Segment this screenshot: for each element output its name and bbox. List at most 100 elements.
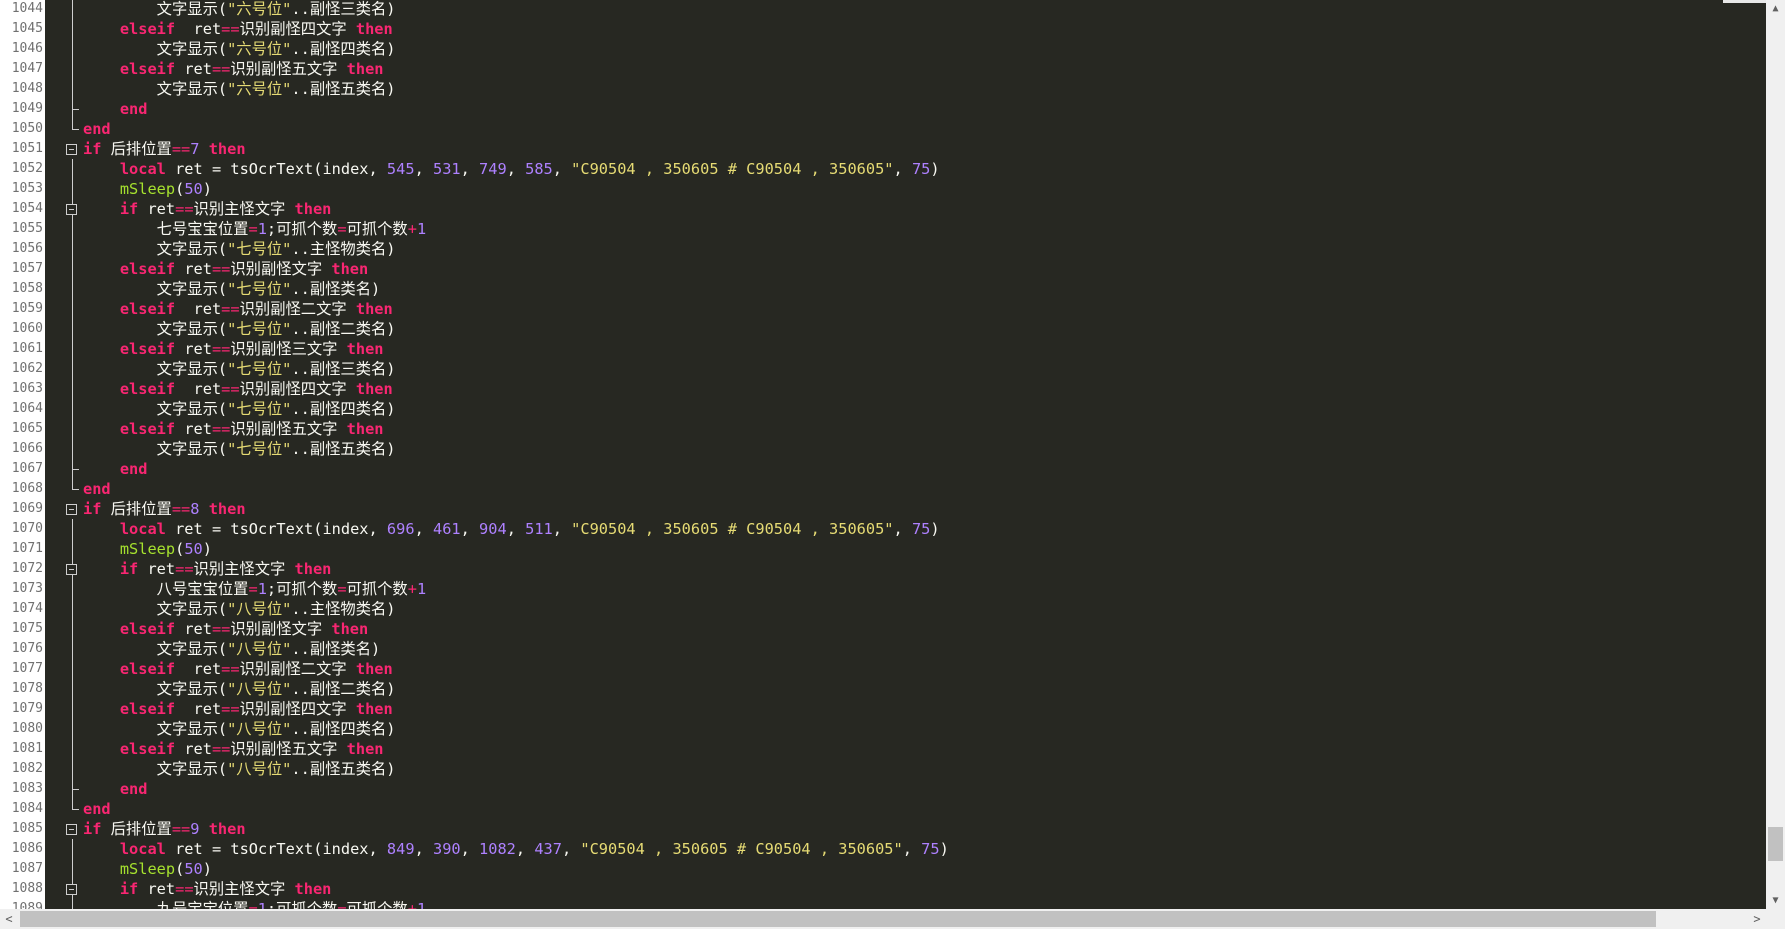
code-line[interactable]: 1075 elseif ret==识别副怪文字 then xyxy=(0,619,1766,639)
code-line[interactable]: 1052 local ret = tsOcrText(index, 545, 5… xyxy=(0,159,1766,179)
vertical-scrollbar[interactable]: ▲ ▼ xyxy=(1766,0,1785,909)
code-line[interactable]: 1072 if ret==识别主怪文字 then xyxy=(0,559,1766,579)
fold-toggle-icon[interactable] xyxy=(66,884,77,895)
fold-toggle-icon[interactable] xyxy=(66,204,77,215)
code-line[interactable]: 1070 local ret = tsOcrText(index, 696, 4… xyxy=(0,519,1766,539)
code-line[interactable]: 1066 文字显示("七号位"..副怪五类名) xyxy=(0,439,1766,459)
code-line[interactable]: 1087 mSleep(50) xyxy=(0,859,1766,879)
line-number: 1084 xyxy=(0,799,44,819)
code-line[interactable]: 1064 文字显示("七号位"..副怪四类名) xyxy=(0,399,1766,419)
fold-guide-line xyxy=(72,839,73,909)
code-line[interactable]: 1071 mSleep(50) xyxy=(0,539,1766,559)
code-editor[interactable]: 1044 文字显示("六号位"..副怪三类名) 1045 elseif ret==… xyxy=(0,0,1766,909)
code-token: 文字显示( xyxy=(83,40,228,58)
code-line[interactable]: 1067 end xyxy=(0,459,1766,479)
code-line[interactable]: 1086 local ret = tsOcrText(index, 849, 3… xyxy=(0,839,1766,859)
code-token: == xyxy=(221,380,240,398)
code-line[interactable]: 1079 elseif ret==识别副怪四文字 then xyxy=(0,699,1766,719)
line-number: 1052 xyxy=(0,159,44,179)
code-line[interactable]: 1078 文字显示("八号位"..副怪二类名) xyxy=(0,679,1766,699)
line-number-text: 1046 xyxy=(11,41,43,56)
code-line[interactable]: 1056 文字显示("七号位"..主怪物类名) xyxy=(0,239,1766,259)
code-line[interactable]: 1081 elseif ret==识别副怪五文字 then xyxy=(0,739,1766,759)
code-token: 749 xyxy=(479,160,507,178)
code-token: end xyxy=(83,460,148,478)
code-line[interactable]: 1063 elseif ret==识别副怪四文字 then xyxy=(0,379,1766,399)
code-line[interactable]: 1062 文字显示("七号位"..副怪三类名) xyxy=(0,359,1766,379)
code-token: 511 xyxy=(525,520,553,538)
code-line[interactable]: 1050 end xyxy=(0,119,1766,139)
code-line[interactable]: 1065 elseif ret==识别副怪五文字 then xyxy=(0,419,1766,439)
code-line[interactable]: 1074 文字显示("八号位"..主怪物类名) xyxy=(0,599,1766,619)
fold-toggle-icon[interactable] xyxy=(66,144,77,155)
scroll-up-icon[interactable]: ▲ xyxy=(1766,0,1785,17)
fold-toggle-icon[interactable] xyxy=(66,824,77,835)
code-token: 识别副怪五文字 xyxy=(230,420,347,438)
code-token: , xyxy=(460,520,480,538)
code-token: , xyxy=(552,160,572,178)
code-token: local xyxy=(83,160,166,178)
code-line[interactable]: 1069 if 后排位置==8 then xyxy=(0,499,1766,519)
code-line[interactable]: 1085 if 后排位置==9 then xyxy=(0,819,1766,839)
scroll-left-icon[interactable]: < xyxy=(0,909,18,929)
line-number-text: 1079 xyxy=(11,701,43,716)
horizontal-scroll-thumb[interactable] xyxy=(20,911,1656,927)
code-line[interactable]: 1068 end xyxy=(0,479,1766,499)
code-line[interactable]: 1054 if ret==识别主怪文字 then xyxy=(0,199,1766,219)
code-line[interactable]: 1051 if 后排位置==7 then xyxy=(0,139,1766,159)
code-line[interactable]: 1084 end xyxy=(0,799,1766,819)
code-token: 文字显示( xyxy=(83,720,228,738)
horizontal-scrollbar[interactable]: < > xyxy=(0,909,1766,929)
code-token: 1 xyxy=(416,220,427,238)
code-line[interactable]: 1089 九号宝宝位置=1;可抓个数=可抓个数+1 xyxy=(0,899,1766,909)
code-line[interactable]: 1061 elseif ret==识别副怪三文字 then xyxy=(0,339,1766,359)
code-token: , xyxy=(893,160,912,178)
line-number-text: 1054 xyxy=(11,201,43,216)
line-number: 1074 xyxy=(0,599,44,619)
code-line[interactable]: 1045 elseif ret==识别副怪四文字 then xyxy=(0,19,1766,39)
code-line[interactable]: 1082 文字显示("八号位"..副怪五类名) xyxy=(0,759,1766,779)
code-line[interactable]: 1046 文字显示("六号位"..副怪四类名) xyxy=(0,39,1766,59)
code-token: 主怪物类名) xyxy=(309,240,396,258)
code-text: 文字显示("七号位"..副怪二类名) xyxy=(83,319,396,339)
code-token: elseif xyxy=(83,60,176,78)
line-number-text: 1058 xyxy=(11,281,43,296)
code-token: 文字显示( xyxy=(83,280,228,298)
code-text: elseif ret==识别副怪五文字 then xyxy=(83,739,384,759)
code-line[interactable]: 1053 mSleep(50) xyxy=(0,179,1766,199)
code-token: 75 xyxy=(921,840,940,858)
fold-toggle-icon[interactable] xyxy=(66,564,77,575)
vertical-scroll-thumb[interactable] xyxy=(1768,827,1783,861)
fold-end-marker xyxy=(72,469,79,470)
line-number-text: 1086 xyxy=(11,841,43,856)
code-line[interactable]: 1073 八号宝宝位置=1;可抓个数=可抓个数+1 xyxy=(0,579,1766,599)
line-number: 1067 xyxy=(0,459,44,479)
code-token: == xyxy=(211,60,231,78)
scroll-down-icon[interactable]: ▼ xyxy=(1766,892,1785,909)
code-line[interactable]: 1058 文字显示("七号位"..副怪类名) xyxy=(0,279,1766,299)
code-line[interactable]: 1049 end xyxy=(0,99,1766,119)
code-line[interactable]: 1048 文字显示("六号位"..副怪五类名) xyxy=(0,79,1766,99)
code-token: ret xyxy=(175,260,212,278)
code-line[interactable]: 1055 七号宝宝位置=1;可抓个数=可抓个数+1 xyxy=(0,219,1766,239)
code-line[interactable]: 1057 elseif ret==识别副怪文字 then xyxy=(0,259,1766,279)
scroll-right-icon[interactable]: > xyxy=(1748,909,1766,929)
code-line[interactable]: 1088 if ret==识别主怪文字 then xyxy=(0,879,1766,899)
code-line[interactable]: 1044 文字显示("六号位"..副怪三类名) xyxy=(0,0,1766,19)
code-line[interactable]: 1080 文字显示("八号位"..副怪四类名) xyxy=(0,719,1766,739)
code-text: end xyxy=(83,459,148,479)
code-line[interactable]: 1083 end xyxy=(0,779,1766,799)
fold-toggle-icon[interactable] xyxy=(66,504,77,515)
code-text: if 后排位置==7 then xyxy=(83,139,246,159)
code-line[interactable]: 1047 elseif ret==识别副怪五文字 then xyxy=(0,59,1766,79)
code-line[interactable]: 1059 elseif ret==识别副怪二文字 then xyxy=(0,299,1766,319)
code-text: 文字显示("八号位"..副怪二类名) xyxy=(83,679,396,699)
code-token: 文字显示( xyxy=(83,640,228,658)
code-text: elseif ret==识别副怪二文字 then xyxy=(83,299,393,319)
line-number-text: 1060 xyxy=(11,321,43,336)
code-line[interactable]: 1077 elseif ret==识别副怪二文字 then xyxy=(0,659,1766,679)
code-token: end xyxy=(83,120,111,138)
code-line[interactable]: 1060 文字显示("七号位"..副怪二类名) xyxy=(0,319,1766,339)
code-line[interactable]: 1076 文字显示("八号位"..副怪类名) xyxy=(0,639,1766,659)
